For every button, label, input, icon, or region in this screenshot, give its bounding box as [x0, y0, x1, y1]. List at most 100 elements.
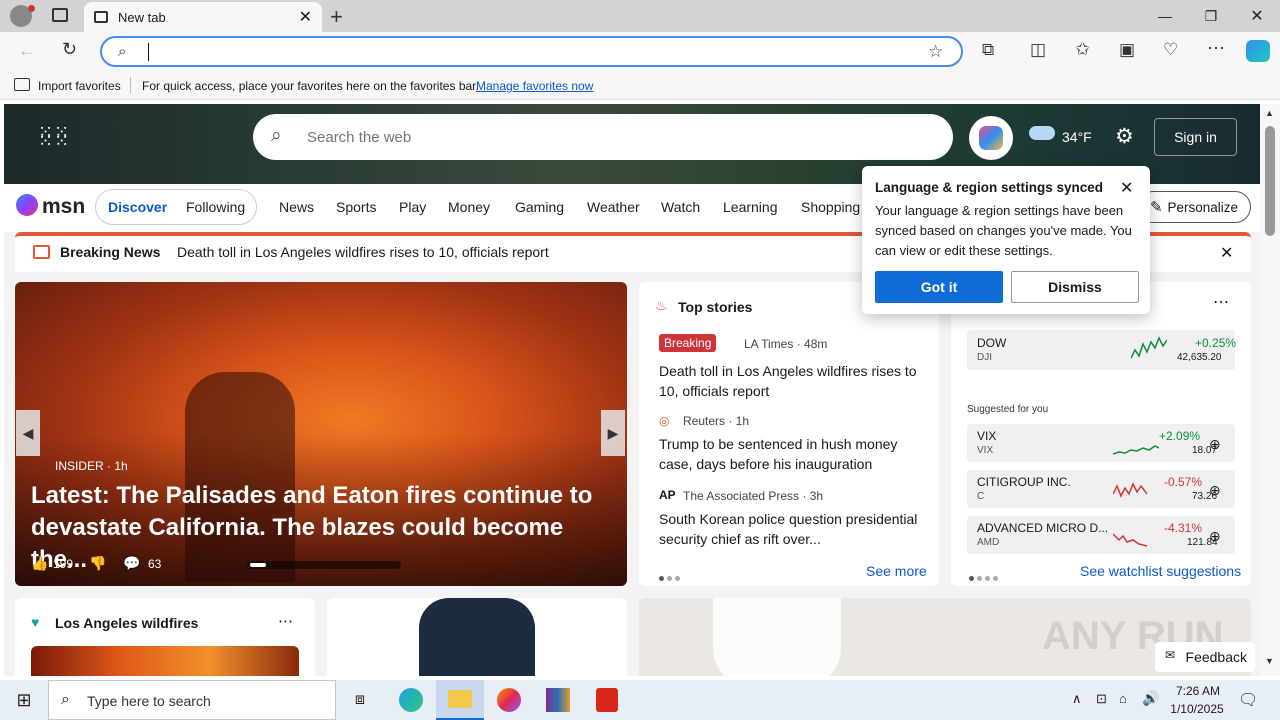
taskbar-search-box[interactable]: ⌕ Type here to search [48, 680, 336, 720]
close-window-icon[interactable]: ✕ [1234, 0, 1280, 32]
browser-essentials-icon[interactable]: ♡ [1163, 40, 1178, 60]
carousel-next-icon[interactable]: ▶ [601, 410, 625, 456]
add-to-watchlist-icon[interactable]: ⊕ [1209, 436, 1221, 453]
tab-actions-icon[interactable] [52, 8, 68, 22]
restore-icon[interactable]: ❐ [1188, 0, 1234, 32]
tab-discover[interactable]: Discover [108, 199, 167, 215]
taskbar-search-placeholder: Type here to search [87, 693, 211, 709]
tab-new-tab[interactable]: New tab ✕ [84, 2, 322, 32]
breaking-badge: Breaking [659, 334, 717, 352]
see-watchlist-link[interactable]: See watchlist suggestions [1080, 563, 1241, 579]
add-to-watchlist-icon[interactable]: ⊕ [1209, 528, 1221, 545]
wildfires-card[interactable]: ♥ Los Angeles wildfires ⋯ [15, 598, 315, 676]
nav-shopping[interactable]: Shopping [801, 199, 860, 215]
msn-logo[interactable]: msn [42, 195, 85, 219]
import-favorites-button[interactable]: Import favorites [38, 79, 121, 93]
more-menu-icon[interactable]: ⋯ [1207, 38, 1225, 59]
edge-app-icon[interactable] [387, 680, 435, 720]
back-icon[interactable]: ← [18, 40, 36, 61]
pagination-dots[interactable] [659, 569, 683, 584]
new-tab-icon[interactable]: + [330, 4, 343, 30]
address-bar[interactable]: ⌕ ☆ [100, 36, 963, 67]
stock-row[interactable]: VIX VIX +2.09% 18.07 [967, 424, 1235, 462]
address-input[interactable] [154, 41, 914, 63]
jacket-ad-card[interactable] [327, 598, 627, 676]
firefox-app-icon[interactable] [485, 680, 533, 720]
temperature[interactable]: 34°F [1062, 129, 1092, 145]
clock-time[interactable]: 7:26 AM [1170, 684, 1226, 698]
like-icon[interactable]: 👍 [31, 555, 48, 572]
nav-weather[interactable]: Weather [587, 199, 640, 215]
breaking-news-text[interactable]: Death toll in Los Angeles wildfires rise… [177, 244, 549, 260]
start-button[interactable]: ⊞ [0, 680, 48, 720]
carousel-prev-icon[interactable]: ◀ [16, 410, 40, 456]
web-search-input[interactable] [307, 126, 907, 148]
more-options-icon[interactable]: ⋯ [1213, 292, 1229, 312]
dislike-icon[interactable]: 👎 [89, 555, 106, 572]
favbar-hint: For quick access, place your favorites h… [142, 79, 479, 93]
dismiss-button[interactable]: Dismiss [1011, 271, 1139, 303]
refresh-icon[interactable]: ↻ [62, 39, 77, 60]
personalize-button[interactable]: ✎ Personalize [1137, 191, 1251, 223]
scrollbar-thumb[interactable] [1265, 126, 1275, 236]
scroll-down-icon[interactable]: ▼ [1265, 656, 1274, 666]
story-headline[interactable]: Death toll in Los Angeles wildfires rise… [659, 361, 921, 401]
task-view-icon[interactable]: ⧈ [336, 680, 384, 720]
file-explorer-app-icon[interactable] [436, 680, 484, 720]
dow-row[interactable]: DOW DJI +0.25% 42,635.20 [967, 330, 1236, 370]
got-it-button[interactable]: Got it [875, 271, 1003, 303]
close-popup-icon[interactable]: ✕ [1120, 178, 1133, 198]
story-source: The Associated Press · 3h [683, 489, 824, 503]
volume-icon[interactable]: 🔊 [1142, 690, 1159, 707]
comment-icon[interactable]: 💬 [123, 555, 140, 572]
page-icon [94, 11, 108, 23]
sign-in-button[interactable]: Sign in [1154, 118, 1237, 156]
close-breaking-icon[interactable]: ✕ [1220, 243, 1233, 263]
nav-play[interactable]: Play [399, 199, 426, 215]
pagination-dots[interactable] [969, 569, 1001, 584]
apps-grid-icon[interactable]: ⁙⁙ ⁙⁙ [38, 123, 70, 150]
close-tab-icon[interactable]: ✕ [299, 7, 312, 27]
stock-row[interactable]: CITIGROUP INC. C -0.57% 73.26 [967, 470, 1235, 508]
network-status-icon[interactable]: ⊡ [1096, 691, 1107, 707]
like-count: 199 [53, 557, 74, 571]
tab-following[interactable]: Following [186, 199, 245, 215]
extensions-icon[interactable]: ⧉ [982, 40, 994, 60]
carousel-dots[interactable] [247, 561, 401, 569]
split-screen-icon[interactable]: ◫ [1030, 40, 1046, 60]
settings-gear-icon[interactable]: ⚙ [1115, 124, 1134, 149]
tab-title: New tab [118, 9, 166, 25]
nav-watch[interactable]: Watch [661, 199, 700, 215]
feedback-button[interactable]: ✉ Feedback [1155, 642, 1255, 672]
hero-story-card[interactable]: INSIDER · 1h Latest: The Palisades and E… [15, 282, 627, 586]
notifications-icon[interactable]: 🗨 [1238, 690, 1258, 710]
see-more-link[interactable]: See more [866, 563, 927, 579]
nav-gaming[interactable]: Gaming [515, 199, 564, 215]
nav-learning[interactable]: Learning [723, 199, 778, 215]
collections-icon[interactable]: ▣ [1119, 40, 1135, 60]
minimize-icon[interactable]: — [1142, 0, 1188, 32]
copilot-icon[interactable] [1246, 40, 1270, 62]
scroll-up-icon[interactable]: ▲ [1265, 108, 1274, 118]
clock-date[interactable]: 1/10/2025 [1166, 702, 1228, 716]
more-options-icon[interactable]: ⋯ [278, 612, 293, 630]
add-to-watchlist-icon[interactable]: ⊕ [1209, 482, 1221, 499]
winrar-app-icon[interactable] [534, 680, 582, 720]
web-search-box[interactable]: ⌕ [253, 114, 953, 160]
breaking-news-label: Breaking News [60, 244, 161, 260]
nav-news[interactable]: News [279, 199, 314, 215]
acrobat-app-icon[interactable] [583, 680, 631, 720]
show-hidden-icons[interactable]: ∧ [1072, 691, 1082, 707]
copilot-button[interactable] [969, 116, 1013, 160]
scrollbar[interactable]: ▲ ▼ [1260, 104, 1280, 676]
favorites-icon[interactable]: ✩ [1075, 39, 1090, 60]
story-headline[interactable]: South Korean police question presidentia… [659, 509, 921, 549]
stock-row[interactable]: ADVANCED MICRO D... AMD -4.31% 121.84 [967, 516, 1235, 554]
network-icon[interactable]: ⌂ [1119, 691, 1127, 706]
nav-sports[interactable]: Sports [336, 199, 376, 215]
favorite-star-icon[interactable]: ☆ [928, 42, 943, 62]
nav-money[interactable]: Money [448, 199, 490, 215]
pitcher-image [713, 598, 841, 676]
manage-favorites-link[interactable]: Manage favorites now [476, 79, 593, 93]
story-headline[interactable]: Trump to be sentenced in hush money case… [659, 434, 921, 474]
